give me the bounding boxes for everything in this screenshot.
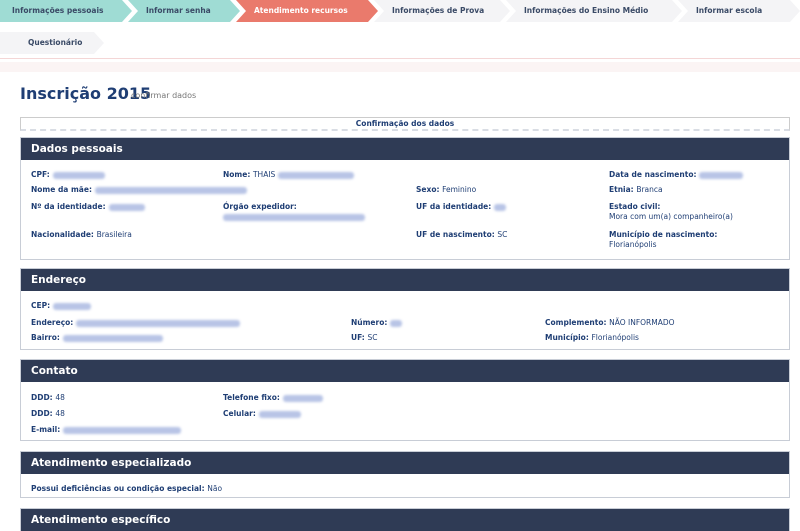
panel-title: Dados pessoais [21, 138, 789, 160]
redacted-value [108, 203, 145, 211]
field-telefone-fixo: Telefone fixo: [223, 393, 323, 402]
field-nome: Nome: THAIS [223, 170, 355, 179]
field-identidade: Nº da identidade: [31, 202, 145, 211]
field-numero: Número: [351, 318, 403, 327]
field-municipio: Município: Florianópolis [545, 333, 639, 342]
field-nacionalidade: Nacionalidade: Brasileira [31, 230, 132, 239]
step-informacoes-de-prova[interactable]: Informações de Prova [374, 0, 510, 22]
field-municipio-nascimento: Município de nascimento: [609, 230, 718, 239]
field-municipio-nascimento-value: Florianópolis [609, 240, 657, 249]
page-subtitle: confirmar dados [131, 91, 197, 100]
redacted-value [699, 171, 744, 179]
step-questionario[interactable]: Questionário [0, 32, 104, 54]
redacted-value [94, 186, 247, 194]
panel-title: Endereço [21, 269, 789, 291]
field-estado-civil-value: Mora com um(a) companheiro(a) [609, 212, 733, 221]
field-orgao-expedidor: Órgão expedidor: [223, 202, 297, 211]
redacted-value [258, 410, 301, 418]
field-nome-mae: Nome da mãe: [31, 185, 247, 194]
redacted-value [53, 302, 92, 310]
redacted-value [52, 171, 105, 179]
panel-atendimento-especifico: Atendimento específico [20, 508, 790, 531]
field-uf-identidade: UF da identidade: [416, 202, 507, 211]
field-complemento: Complemento: NÃO INFORMADO [545, 318, 675, 327]
panel-title: Contato [21, 360, 789, 382]
redacted-value [390, 319, 403, 327]
panel-title: Atendimento especializado [21, 452, 789, 474]
field-uf: UF: SC [351, 333, 378, 342]
panel-endereco: Endereço CEP: Endereço: Número: Compleme… [20, 268, 790, 350]
redacted-value [63, 426, 182, 434]
panel-dados-pessoais: Dados pessoais CPF: Nome: THAIS Data de … [20, 137, 790, 260]
confirmation-tab[interactable]: Confirmação dos dados [20, 117, 790, 131]
field-estado-civil: Estado civil: [609, 202, 661, 211]
redacted-value [282, 394, 323, 402]
redacted-value [278, 171, 355, 179]
progress-steps: Informações pessoais Informar senha Aten… [0, 0, 800, 59]
panel-contato: Contato DDD: 48 Telefone fixo: DDD: 48 C… [20, 359, 790, 441]
panel-title: Atendimento específico [21, 509, 789, 531]
step-atendimento-recursos[interactable]: Atendimento recursos [236, 0, 378, 22]
field-data-nascimento: Data de nascimento: [609, 170, 744, 179]
step-informar-escola[interactable]: Informar escola [678, 0, 800, 22]
field-etnia: Etnia: Branca [609, 185, 663, 194]
field-deficiencia: Possui deficiências ou condição especial… [31, 484, 223, 493]
field-bairro: Bairro: [31, 333, 163, 342]
steps-separator [0, 62, 800, 72]
field-ddd-celular: DDD: 48 [31, 409, 65, 418]
field-email: E-mail: [31, 425, 182, 434]
step-informacoes-pessoais[interactable]: Informações pessoais [0, 0, 132, 22]
redacted-value [223, 213, 365, 221]
field-cep: CEP: [31, 301, 92, 310]
redacted-value [494, 203, 507, 211]
field-celular: Celular: [223, 409, 301, 418]
field-uf-nascimento: UF de nascimento: SC [416, 230, 508, 239]
field-cpf: CPF: [31, 170, 105, 179]
field-orgao-expedidor-value [223, 212, 365, 221]
field-ddd-telefone: DDD: 48 [31, 393, 65, 402]
field-endereco: Endereço: [31, 318, 241, 327]
step-informacoes-ensino-medio[interactable]: Informações do Ensino Médio [506, 0, 682, 22]
field-sexo: Sexo: Feminino [416, 185, 477, 194]
redacted-value [76, 319, 241, 327]
panel-atendimento-especializado: Atendimento especializado Possui deficiê… [20, 451, 790, 498]
step-informar-senha[interactable]: Informar senha [128, 0, 240, 22]
redacted-value [62, 334, 163, 342]
